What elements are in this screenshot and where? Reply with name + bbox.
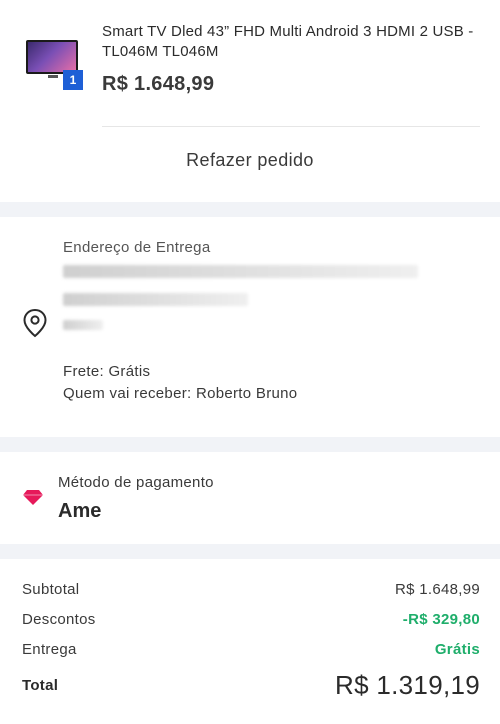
discount-label: Descontos bbox=[22, 611, 96, 628]
delivery-value: Grátis bbox=[434, 641, 480, 658]
product-price: R$ 1.648,99 bbox=[102, 73, 215, 95]
discount-value: -R$ 329,80 bbox=[402, 611, 480, 628]
subtotal-label: Subtotal bbox=[22, 581, 80, 598]
delivery-label: Entrega bbox=[22, 641, 77, 658]
reorder-button[interactable]: Refazer pedido bbox=[0, 150, 500, 171]
diamond-icon bbox=[23, 490, 43, 505]
divider bbox=[102, 126, 480, 127]
total-value: R$ 1.319,19 bbox=[335, 670, 480, 700]
payment-method-value: Ame bbox=[58, 500, 102, 522]
recipient-name: Quem vai receber: Roberto Bruno bbox=[63, 385, 298, 402]
redacted-address-line bbox=[63, 320, 103, 330]
payment-method-label: Método de pagamento bbox=[58, 474, 214, 491]
payment-method-card[interactable] bbox=[0, 452, 500, 544]
quantity-badge: 1 bbox=[63, 70, 83, 90]
total-label: Total bbox=[22, 677, 59, 694]
product-card: 1 Smart TV Dled 43” FHD Multi Android 3 … bbox=[0, 0, 500, 202]
delivery-row: Entrega Grátis bbox=[22, 641, 480, 658]
subtotal-value: R$ 1.648,99 bbox=[394, 581, 480, 598]
product-image[interactable] bbox=[26, 40, 78, 78]
redacted-address-line bbox=[63, 293, 248, 306]
address-label: Endereço de Entrega bbox=[63, 239, 211, 256]
location-pin-icon bbox=[23, 308, 47, 338]
shipping-cost: Frete: Grátis bbox=[63, 363, 151, 380]
subtotal-row: Subtotal R$ 1.648,99 bbox=[22, 581, 480, 598]
product-title[interactable]: Smart TV Dled 43” FHD Multi Android 3 HD… bbox=[102, 22, 487, 62]
total-row: Total R$ 1.319,19 bbox=[22, 670, 480, 701]
discount-row: Descontos -R$ 329,80 bbox=[22, 611, 480, 628]
redacted-address-line bbox=[63, 265, 418, 278]
